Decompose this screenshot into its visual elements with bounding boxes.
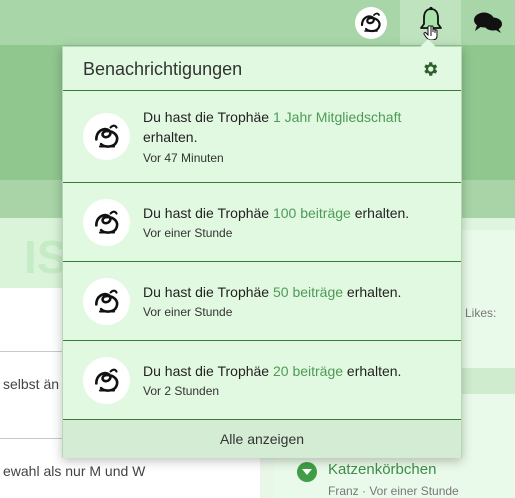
notification-message: Du hast die Trophäe 100 beiträge erhalte…: [143, 203, 433, 223]
content-text-fragment: selbst än: [3, 376, 60, 392]
chat-bubbles-icon: [474, 12, 502, 33]
top-navigation-bar: [0, 0, 515, 45]
monogram-avatar-icon: [94, 124, 118, 148]
gear-icon[interactable]: [421, 60, 439, 78]
notification-item[interactable]: Du hast die Trophäe 20 beiträge erhalten…: [63, 341, 461, 420]
category-link[interactable]: Katzenkörbchen: [328, 461, 436, 478]
notification-time: Vor 47 Minuten: [143, 151, 224, 165]
message-prefix: Du hast die Trophäe: [143, 205, 273, 221]
message-suffix: erhalten.: [343, 284, 402, 300]
show-all-button[interactable]: Alle anzeigen: [63, 420, 461, 458]
messages-button[interactable]: [461, 0, 515, 45]
trophy-link[interactable]: 1 Jahr Mitgliedschaft: [273, 109, 401, 125]
notification-message: Du hast die Trophäe 20 beiträge erhalten…: [143, 361, 433, 381]
message-suffix: erhalten.: [143, 129, 198, 145]
notification-item[interactable]: Du hast die Trophäe 50 beiträge erhalten…: [63, 262, 461, 341]
monogram-avatar-icon: [94, 289, 118, 313]
notification-message: Du hast die Trophäe 1 Jahr Mitgliedschaf…: [143, 107, 433, 147]
monogram-avatar-icon: [94, 210, 118, 234]
monogram-avatar-icon: [355, 6, 387, 39]
avatar: [83, 199, 130, 246]
notification-item[interactable]: Du hast die Trophäe 100 beiträge erhalte…: [63, 183, 461, 262]
notification-message: Du hast die Trophäe 50 beiträge erhalten…: [143, 282, 433, 302]
notification-item[interactable]: Du hast die Trophäe 1 Jahr Mitgliedschaf…: [63, 91, 461, 183]
avatar: [83, 278, 130, 325]
message-suffix: erhalten.: [350, 205, 410, 221]
notification-time: Vor einer Stunde: [143, 305, 233, 319]
trophy-link[interactable]: 100 beiträge: [273, 205, 351, 221]
notifications-popup: Benachrichtigungen Du hast die Trophäe 1…: [62, 39, 462, 458]
message-prefix: Du hast die Trophäe: [143, 109, 273, 125]
trophy-link[interactable]: 20 beiträge: [273, 363, 343, 379]
monogram-avatar-icon: [94, 368, 118, 392]
notification-time: Vor einer Stunde: [143, 226, 233, 240]
user-avatar-button[interactable]: [343, 0, 399, 45]
bell-icon: [419, 6, 442, 40]
message-prefix: Du hast die Trophäe: [143, 363, 273, 379]
avatar: [83, 357, 130, 404]
trophy-link[interactable]: 50 beiträge: [273, 284, 343, 300]
popup-caret: [420, 39, 436, 47]
popup-title: Benachrichtigungen: [83, 59, 243, 79]
message-suffix: erhalten.: [343, 363, 402, 379]
category-meta: Franz · Vor einer Stunde: [328, 484, 459, 498]
faded-heading: IS: [24, 231, 68, 283]
notification-time: Vor 2 Stunden: [143, 384, 220, 398]
message-prefix: Du hast die Trophäe: [143, 284, 273, 300]
popup-header: Benachrichtigungen: [63, 47, 461, 91]
likes-label: Likes:: [465, 306, 497, 320]
avatar: [83, 113, 130, 160]
content-text-fragment: ewahl als nur M und W: [3, 463, 146, 479]
category-forum-icon: [297, 462, 317, 482]
